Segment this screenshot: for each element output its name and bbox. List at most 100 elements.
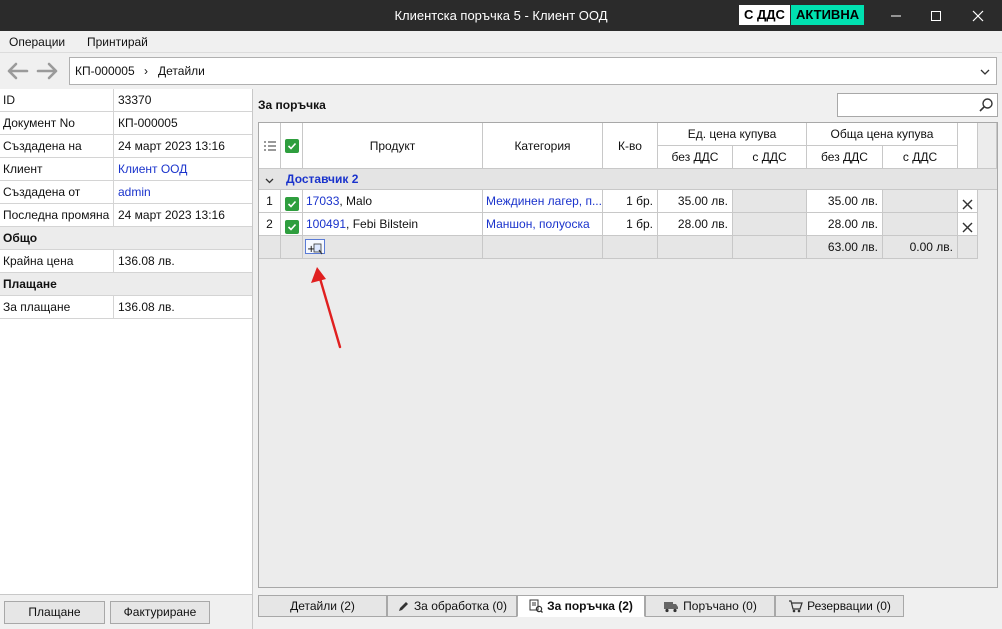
- menu-print[interactable]: Принтирай: [87, 31, 148, 53]
- property-row: ID 33370: [0, 89, 252, 112]
- category-link[interactable]: Междинен лагер, п...: [483, 190, 603, 213]
- tab-reservations[interactable]: Резервации (0): [775, 595, 904, 617]
- group-label[interactable]: Доставчик 2: [286, 169, 358, 190]
- left-actions: Плащане Фактуриране: [0, 594, 253, 629]
- totals-cell: [281, 236, 303, 259]
- property-label: Последна промяна: [3, 208, 110, 222]
- totals-cell: [603, 236, 658, 259]
- tab-ordered[interactable]: Поръчано (0): [645, 595, 775, 617]
- property-value: 24 март 2023 13:16: [113, 135, 252, 157]
- property-row: Документ No КП-000005: [0, 112, 252, 135]
- select-all-checkbox[interactable]: [281, 123, 303, 169]
- property-row: Създадена на 24 март 2023 13:16: [0, 135, 252, 158]
- group-row[interactable]: Доставчик 2: [259, 169, 997, 190]
- tab-bar: Детайли (2) За обработка (0) За поръчка …: [254, 594, 1002, 629]
- tab-details[interactable]: Детайли (2): [258, 595, 387, 617]
- property-label: Създадена от: [3, 185, 81, 199]
- qty-cell[interactable]: 1 бр.: [603, 213, 658, 236]
- product-code-link[interactable]: 100491: [306, 217, 346, 231]
- row-number: 2: [259, 213, 281, 236]
- header-total-no-vat[interactable]: без ДДС: [807, 146, 883, 169]
- tab-label: За поръчка (2): [547, 599, 633, 613]
- tab-for-order[interactable]: За поръчка (2): [517, 595, 645, 617]
- search-icon[interactable]: [978, 97, 994, 116]
- header-category[interactable]: Категория: [483, 123, 603, 169]
- sum-total-vat: 0.00 лв.: [883, 236, 958, 259]
- unit-no-vat-cell[interactable]: 35.00 лв.: [658, 190, 733, 213]
- column-chooser[interactable]: [259, 123, 281, 169]
- order-icon: [529, 599, 544, 613]
- category-link[interactable]: Маншон, полуоска: [483, 213, 603, 236]
- total-no-vat-cell: 28.00 лв.: [807, 213, 883, 236]
- back-button[interactable]: [4, 61, 30, 81]
- sum-total-no-vat: 63.00 лв.: [807, 236, 883, 259]
- client-link[interactable]: Клиент ООД: [113, 158, 252, 180]
- header-unit-price: Ед. цена купува: [658, 123, 807, 146]
- menu-operations[interactable]: Операции: [9, 31, 65, 53]
- search-input[interactable]: [837, 93, 998, 117]
- add-product-button[interactable]: +: [305, 239, 325, 255]
- product-cell: 100491, Febi Bilstein: [303, 213, 483, 236]
- annotation-arrow: [311, 267, 342, 349]
- header-actions: [958, 123, 978, 169]
- tab-label: Поръчано (0): [683, 599, 757, 613]
- product-name: , Febi Bilstein: [346, 217, 419, 231]
- tab-label: За обработка (0): [413, 599, 508, 613]
- close-icon: [962, 222, 973, 233]
- maximize-button[interactable]: [916, 0, 956, 31]
- delete-row-button[interactable]: [958, 190, 978, 213]
- row-checkbox[interactable]: [281, 213, 303, 236]
- row-checkbox[interactable]: [281, 190, 303, 213]
- property-row: Крайна цена 136.08 лв.: [0, 250, 252, 273]
- qty-cell[interactable]: 1 бр.: [603, 190, 658, 213]
- property-row: Последна промяна 24 март 2023 13:16: [0, 204, 252, 227]
- pay-button[interactable]: Плащане: [4, 601, 105, 624]
- total-no-vat-cell: 35.00 лв.: [807, 190, 883, 213]
- chevron-down-icon[interactable]: [265, 174, 274, 188]
- property-row: Клиент Клиент ООД: [0, 158, 252, 181]
- product-code-link[interactable]: 17033: [306, 194, 339, 208]
- header-unit-vat[interactable]: с ДДС: [733, 146, 807, 169]
- property-label: Създадена на: [3, 139, 82, 153]
- header-unit-no-vat[interactable]: без ДДС: [658, 146, 733, 169]
- breadcrumb-dropdown[interactable]: [980, 66, 990, 80]
- total-vat-cell: [883, 213, 958, 236]
- vat-badge: С ДДС: [739, 5, 790, 25]
- close-icon: [972, 10, 984, 21]
- cart-icon: [789, 599, 803, 612]
- property-value: 136.08 лв.: [113, 250, 252, 272]
- status-badge: АКТИВНА: [791, 5, 865, 25]
- unit-no-vat-cell[interactable]: 28.00 лв.: [658, 213, 733, 236]
- header-qty[interactable]: К-во: [603, 123, 658, 169]
- close-button[interactable]: [958, 0, 998, 31]
- property-label: За плащане: [3, 300, 71, 314]
- unit-vat-cell: [733, 190, 807, 213]
- forward-button[interactable]: [35, 61, 61, 81]
- delete-row-button[interactable]: [958, 213, 978, 236]
- arrow-right-icon: [36, 62, 58, 80]
- order-grid: Продукт Категория К-во Ед. цена купува О…: [258, 122, 998, 588]
- arrow-left-icon: [7, 62, 29, 80]
- minimize-button[interactable]: [876, 0, 916, 31]
- breadcrumb-root[interactable]: КП-000005: [75, 58, 135, 84]
- header-product[interactable]: Продукт: [303, 123, 483, 169]
- creator-link[interactable]: admin: [113, 181, 252, 203]
- header-total-vat[interactable]: с ДДС: [883, 146, 958, 169]
- section-total: Общо: [0, 227, 252, 250]
- product-cell: 17033, Malo: [303, 190, 483, 213]
- tab-label: Резервации (0): [807, 599, 891, 613]
- property-value: 136.08 лв.: [113, 296, 252, 318]
- header-spacer: [978, 123, 997, 169]
- breadcrumb-current[interactable]: Детайли: [158, 58, 205, 84]
- checkbox-icon: [285, 197, 299, 211]
- tab-processing[interactable]: За обработка (0): [387, 595, 517, 617]
- breadcrumb-separator: ›: [144, 64, 148, 78]
- totals-cell: [958, 236, 978, 259]
- breadcrumb[interactable]: КП-000005 › Детайли: [69, 57, 997, 85]
- total-vat-cell: [883, 190, 958, 213]
- minimize-icon: [891, 15, 901, 16]
- invoice-button[interactable]: Фактуриране: [110, 601, 210, 624]
- list-settings-icon: [263, 141, 276, 150]
- close-icon: [962, 199, 973, 210]
- properties-panel: ID 33370 Документ No КП-000005 Създадена…: [0, 89, 253, 594]
